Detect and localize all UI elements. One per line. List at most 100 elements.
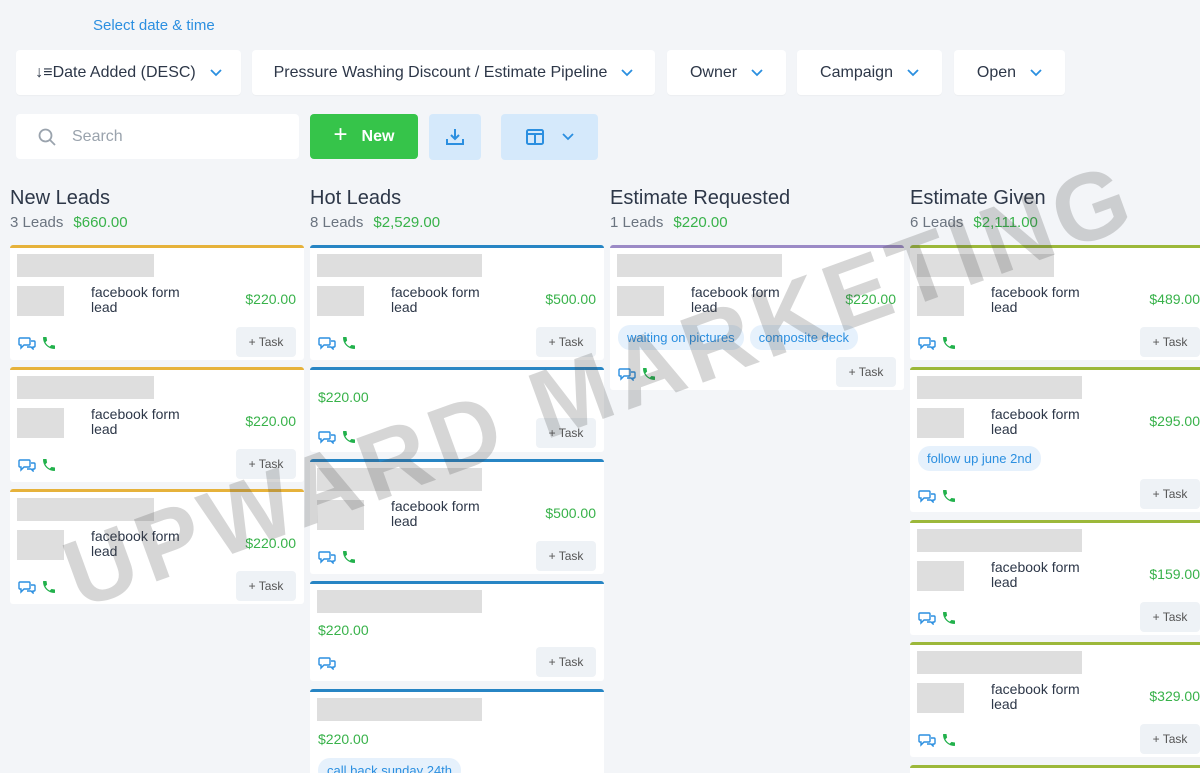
lead-card[interactable]: facebook form lead $500.00 + Task: [310, 459, 604, 574]
phone-icon[interactable]: [341, 549, 357, 565]
new-button[interactable]: + New: [310, 114, 418, 159]
redacted-name: [17, 254, 154, 277]
chat-icon[interactable]: [318, 550, 336, 564]
select-date-time-link[interactable]: Select date & time: [93, 17, 215, 34]
lead-card[interactable]: $220.00 call back sunday 24th: [310, 689, 604, 773]
phone-icon[interactable]: [41, 579, 57, 595]
lead-source: facebook form lead: [691, 284, 780, 315]
chat-icon[interactable]: [318, 336, 336, 350]
lead-value: $500.00: [545, 291, 596, 307]
lead-card-partial[interactable]: [910, 765, 1200, 773]
tag-chip[interactable]: waiting on pictures: [618, 325, 744, 350]
add-task-button[interactable]: + Task: [536, 541, 596, 571]
phone-icon[interactable]: [41, 335, 57, 351]
lead-source: facebook form lead: [91, 528, 180, 559]
phone-icon[interactable]: [341, 335, 357, 351]
lead-card[interactable]: facebook form lead $159.00 + Task: [910, 520, 1200, 635]
chat-icon[interactable]: [18, 580, 36, 594]
redacted-name: [917, 254, 1054, 277]
lead-card[interactable]: facebook form lead $295.00 follow up jun…: [910, 367, 1200, 512]
phone-icon[interactable]: [941, 488, 957, 504]
lead-card[interactable]: facebook form lead $220.00 + Task: [10, 489, 304, 604]
add-task-button[interactable]: + Task: [1140, 327, 1200, 357]
chat-icon[interactable]: [18, 458, 36, 472]
lead-value: $220.00: [318, 731, 369, 747]
add-task-button[interactable]: + Task: [1140, 479, 1200, 509]
search-input[interactable]: [72, 127, 272, 146]
lead-card[interactable]: facebook form lead $500.00 + Task: [310, 245, 604, 360]
redacted-name: [317, 590, 482, 613]
lead-card[interactable]: facebook form lead $220.00 waiting on pi…: [610, 245, 904, 390]
tag-chip[interactable]: call back sunday 24th: [318, 758, 462, 773]
download-button[interactable]: [429, 114, 481, 160]
add-task-button[interactable]: + Task: [536, 418, 596, 448]
lead-card[interactable]: facebook form lead $329.00 + Task: [910, 642, 1200, 757]
lead-card[interactable]: facebook form lead $220.00 + Task: [10, 245, 304, 360]
redacted-name: [317, 698, 482, 721]
chat-icon[interactable]: [918, 489, 936, 503]
phone-icon[interactable]: [641, 366, 657, 382]
lead-value: $159.00: [1149, 566, 1200, 582]
card-actions: [918, 732, 957, 748]
add-task-button[interactable]: + Task: [1140, 724, 1200, 754]
chat-icon[interactable]: [918, 336, 936, 350]
column-summary: 8 Leads $2,529.00: [310, 214, 604, 232]
redacted-avatar: [317, 286, 364, 316]
phone-icon[interactable]: [941, 335, 957, 351]
chevron-down-icon: [561, 133, 574, 141]
chat-icon[interactable]: [918, 611, 936, 625]
search-box[interactable]: [16, 114, 299, 159]
redacted-avatar: [17, 408, 64, 438]
chat-icon[interactable]: [318, 656, 336, 670]
view-toggle-button[interactable]: [501, 114, 598, 160]
tag-chip[interactable]: follow up june 2nd: [918, 446, 1041, 471]
redacted-name: [17, 376, 154, 399]
chat-icon[interactable]: [318, 430, 336, 444]
chat-icon[interactable]: [918, 733, 936, 747]
chat-icon[interactable]: [18, 336, 36, 350]
lead-value: $220.00: [245, 291, 296, 307]
lead-value: $295.00: [1149, 413, 1200, 429]
column-amount: $2,111.00: [973, 214, 1038, 231]
lead-card[interactable]: facebook form lead $489.00 + Task: [910, 245, 1200, 360]
lead-card[interactable]: $220.00 + Task: [310, 367, 604, 452]
pipeline-dropdown[interactable]: Pressure Washing Discount / Estimate Pip…: [252, 50, 655, 95]
card-tags: follow up june 2nd: [918, 446, 1041, 471]
tag-chip[interactable]: composite deck: [749, 325, 858, 350]
lead-value: $220.00: [845, 291, 896, 307]
column-title: Hot Leads: [310, 187, 402, 209]
phone-icon[interactable]: [941, 610, 957, 626]
column-summary: 1 Leads $220.00: [610, 214, 904, 232]
card-actions: [918, 488, 957, 504]
lead-card[interactable]: $220.00 + Task: [310, 581, 604, 681]
column-amount: $220.00: [673, 214, 728, 231]
redacted-avatar: [917, 683, 964, 713]
campaign-dropdown[interactable]: Campaign: [797, 50, 942, 95]
redacted-name: [17, 498, 154, 521]
phone-icon[interactable]: [341, 429, 357, 445]
owner-label: Owner: [689, 63, 738, 81]
add-task-button[interactable]: + Task: [536, 647, 596, 677]
sort-dropdown[interactable]: ↓≡Date Added (DESC): [16, 50, 241, 95]
add-task-button[interactable]: + Task: [536, 327, 596, 357]
plus-icon: +: [333, 121, 348, 148]
chevron-down-icon: [621, 68, 634, 76]
column-title: New Leads: [10, 187, 111, 209]
card-actions: [18, 579, 57, 595]
column-amount: $660.00: [73, 214, 128, 231]
phone-icon[interactable]: [41, 457, 57, 473]
add-task-button[interactable]: + Task: [836, 357, 896, 387]
pipeline-label: Pressure Washing Discount / Estimate Pip…: [273, 63, 608, 81]
status-dropdown[interactable]: Open: [954, 50, 1065, 95]
phone-icon[interactable]: [941, 732, 957, 748]
redacted-avatar: [617, 286, 664, 316]
add-task-button[interactable]: + Task: [236, 449, 296, 479]
card-actions: [18, 457, 57, 473]
lead-card[interactable]: facebook form lead $220.00 + Task: [10, 367, 304, 482]
redacted-avatar: [317, 500, 364, 530]
owner-dropdown[interactable]: Owner: [667, 50, 786, 95]
chat-icon[interactable]: [618, 367, 636, 381]
add-task-button[interactable]: + Task: [1140, 602, 1200, 632]
add-task-button[interactable]: + Task: [236, 571, 296, 601]
add-task-button[interactable]: + Task: [236, 327, 296, 357]
